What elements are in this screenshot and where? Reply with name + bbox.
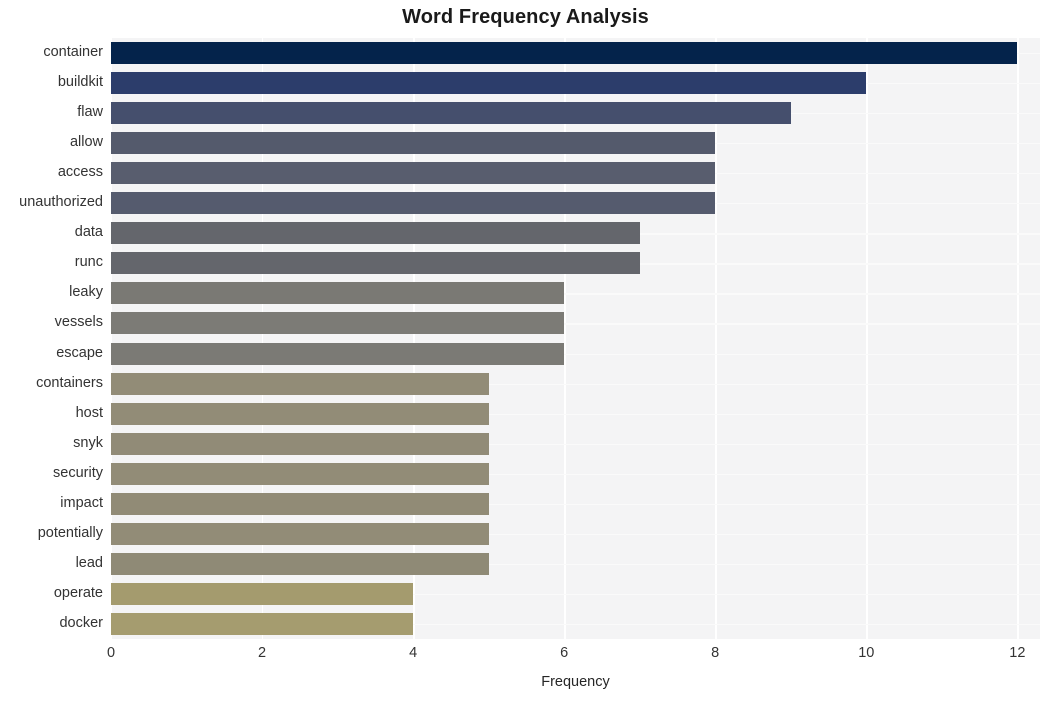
y-tick-operate: operate — [53, 584, 103, 601]
y-tick-lead: lead — [75, 554, 103, 571]
x-tick-8: 8 — [711, 645, 720, 661]
y-tick-data: data — [74, 224, 103, 241]
y-tick-unauthorized: unauthorized — [19, 194, 103, 211]
bar-buildkit[interactable] — [111, 72, 867, 95]
bar-host[interactable] — [111, 402, 489, 425]
bar-unauthorized[interactable] — [111, 192, 716, 215]
y-tick-vessels: vessels — [54, 314, 103, 331]
bar-operate[interactable] — [111, 582, 414, 605]
x-axis-tick-labels: 0 2 4 6 8 10 12 — [107, 645, 1040, 667]
bar-containers[interactable] — [111, 372, 489, 395]
y-tick-buildkit: buildkit — [57, 74, 103, 91]
bar-allow[interactable] — [111, 132, 716, 155]
bar-snyk[interactable] — [111, 432, 489, 455]
y-tick-leaky: leaky — [69, 284, 103, 301]
x-tick-10: 10 — [858, 645, 875, 661]
chart-figure: Word Frequency Analysis container buildki… — [0, 0, 1051, 701]
bar-flaw[interactable] — [111, 102, 791, 125]
bar-impact[interactable] — [111, 492, 489, 515]
bar-escape[interactable] — [111, 342, 565, 365]
chart-title: Word Frequency Analysis — [402, 6, 649, 28]
y-tick-containers: containers — [36, 374, 103, 391]
bar-potentially[interactable] — [111, 522, 489, 545]
y-tick-potentially: potentially — [37, 524, 103, 541]
x-tick-4: 4 — [409, 645, 418, 661]
x-tick-6: 6 — [560, 645, 569, 661]
plot-area — [111, 38, 1040, 639]
y-tick-snyk: snyk — [73, 434, 103, 451]
x-tick-2: 2 — [258, 645, 267, 661]
y-tick-security: security — [53, 464, 103, 481]
y-tick-access: access — [57, 164, 103, 181]
bar-container[interactable] — [111, 42, 1018, 65]
y-axis-tick-labels: container buildkit flaw allow access unauthor… — [0, 38, 103, 639]
y-tick-impact: impact — [60, 494, 103, 511]
y-tick-allow: allow — [69, 134, 103, 151]
x-tick-0: 0 — [106, 645, 116, 661]
x-axis-title: Frequency — [541, 674, 610, 690]
bar-leaky[interactable] — [111, 282, 565, 305]
y-tick-runc: runc — [74, 254, 103, 271]
bar-security[interactable] — [111, 462, 489, 485]
bar-access[interactable] — [111, 162, 716, 185]
bar-vessels[interactable] — [111, 312, 565, 335]
y-tick-flaw: flaw — [77, 104, 103, 121]
bars-layer — [111, 38, 1040, 639]
bar-runc[interactable] — [111, 252, 640, 275]
bar-data[interactable] — [111, 222, 640, 245]
bar-lead[interactable] — [111, 552, 489, 575]
bar-docker[interactable] — [111, 612, 414, 635]
y-tick-escape: escape — [56, 344, 103, 361]
y-tick-docker: docker — [59, 614, 103, 631]
y-tick-host: host — [75, 404, 103, 421]
x-tick-12: 12 — [1009, 645, 1026, 661]
y-tick-container: container — [43, 44, 103, 61]
